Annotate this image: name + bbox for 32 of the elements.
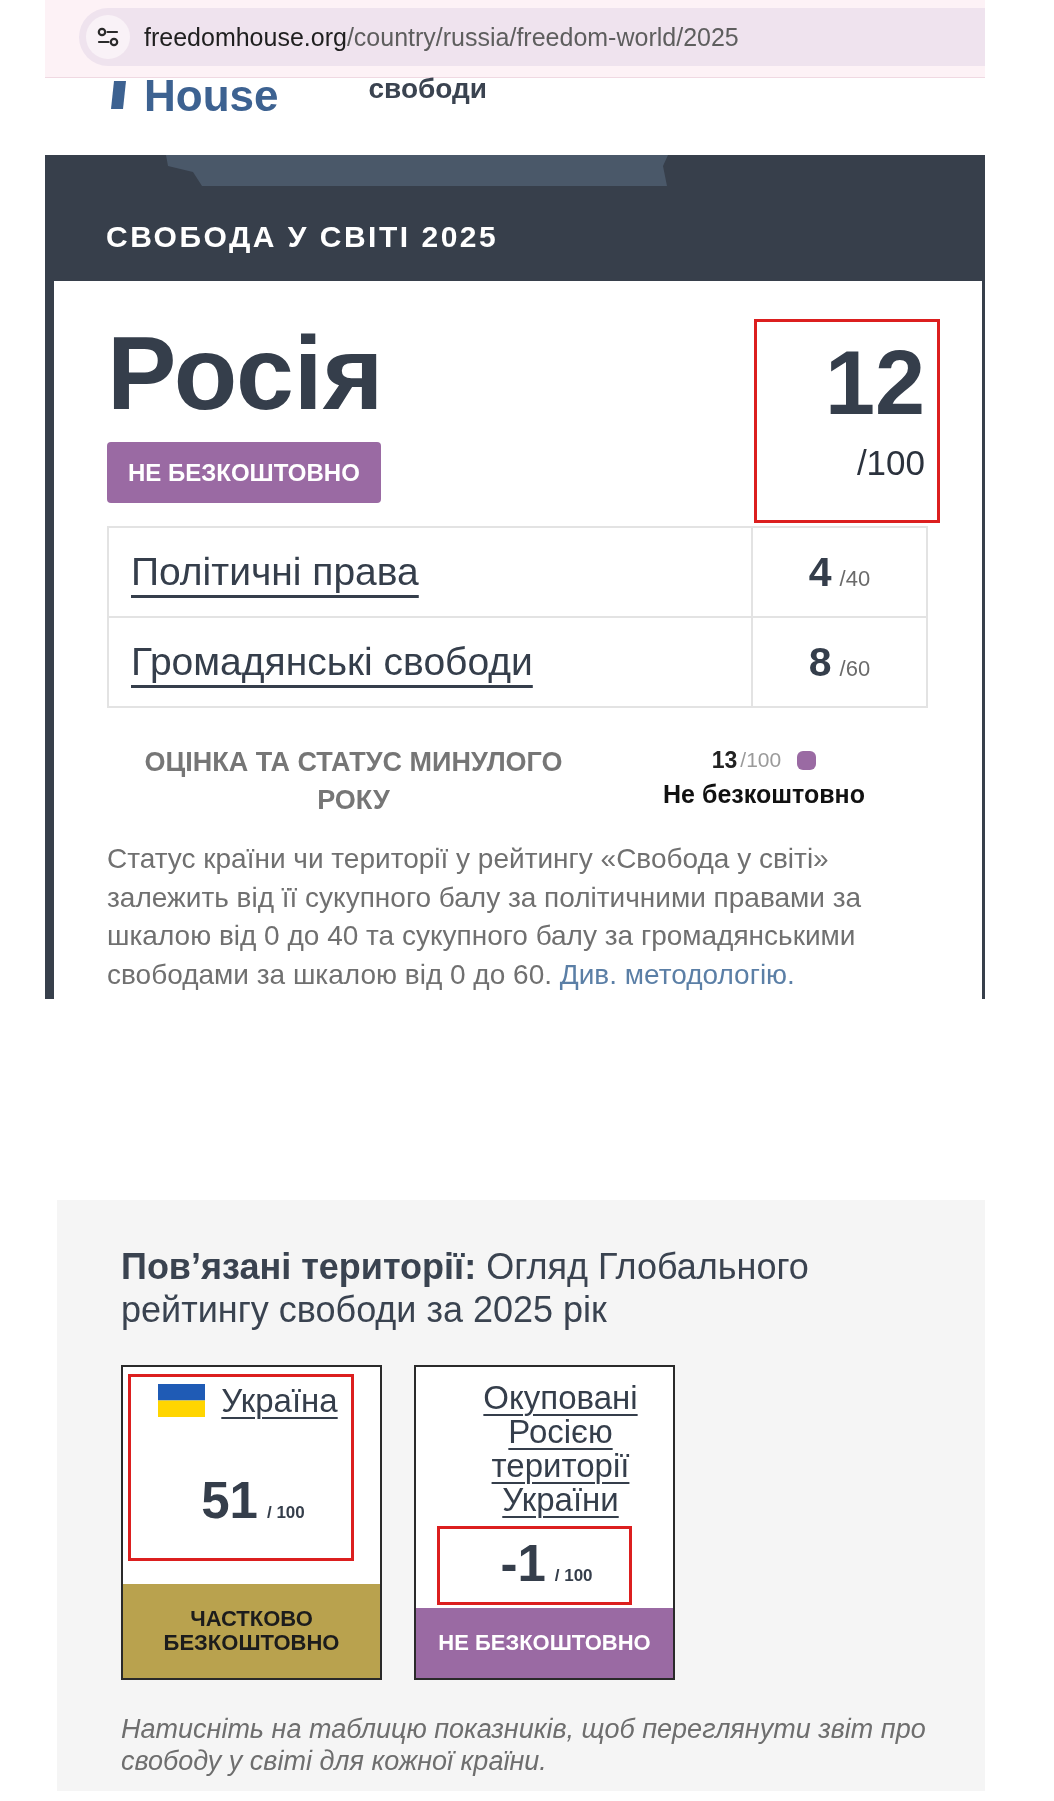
category-score: 8 — [808, 638, 832, 685]
territory-card[interactable]: Окуповані Росією території України -1 / 100 НЕ БЕЗКОШТОВНО — [414, 1364, 675, 1680]
status-band: ЧАСТКОВО БЕЗКОШТОВНО — [123, 1583, 380, 1678]
category-score: 4 — [808, 548, 832, 595]
territory-score: 51 — [201, 1474, 258, 1526]
territory-card[interactable]: Україна 51 / 100 ЧАСТКОВО БЕЗКОШТОВНО — [121, 1364, 382, 1680]
logo-icon — [111, 81, 126, 109]
status-badge: НЕ БЕЗКОШТОВНО — [107, 442, 381, 503]
previous-score: 13 — [711, 746, 738, 775]
territory-link[interactable]: Окуповані Росією території України — [460, 1380, 661, 1517]
territory-link[interactable]: Україна — [221, 1383, 338, 1418]
sliders-icon[interactable] — [86, 15, 130, 59]
previous-score-max: /100 — [740, 747, 782, 773]
related-heading: Пов’язані території: Огляд Глобального рейтингу свободи за 2025 рік — [121, 1244, 810, 1331]
previous-status: Не безкоштовно — [663, 779, 865, 810]
category-score-max: /60 — [839, 655, 871, 681]
status-band: НЕ БЕЗКОШТОВНО — [416, 1607, 673, 1678]
description-text: Статус країни чи території у рейтингу «Свобода у світі» залежить від її сукупного балу за політичними правами за шкалою від 0 до 40 та сукупного балу за громадянськими свободами за шкалою від 0 до 60. Див. методологію. — [107, 842, 863, 993]
category-score-max: /40 — [839, 565, 871, 591]
total-score: 12 — [824, 338, 925, 428]
address-bar[interactable]: freedomhouse.org/country/russia/freedom-world/2025 — [79, 8, 985, 66]
logo-text[interactable]: House — [144, 74, 279, 118]
country-name: Росія — [107, 321, 384, 425]
territory-score: -1 — [500, 1537, 546, 1589]
score-max: /100 — [856, 445, 925, 480]
section-title: СВОБОДА У СВІТІ 2025 — [106, 222, 499, 252]
methodology-link[interactable]: Див. методологію. — [559, 959, 795, 991]
previous-year-heading: ОЦІНКА ТА СТАТУС МИНУЛОГО РОКУ — [143, 746, 564, 817]
territory-score-max: / 100 — [554, 1565, 593, 1586]
territory-score-max: / 100 — [266, 1502, 305, 1523]
caption-text: Натисніть на таблицю показників, щоб переглянути звіт про свободу у світі для кожної країни. — [121, 1712, 927, 1777]
header-text: свободи — [368, 75, 488, 103]
